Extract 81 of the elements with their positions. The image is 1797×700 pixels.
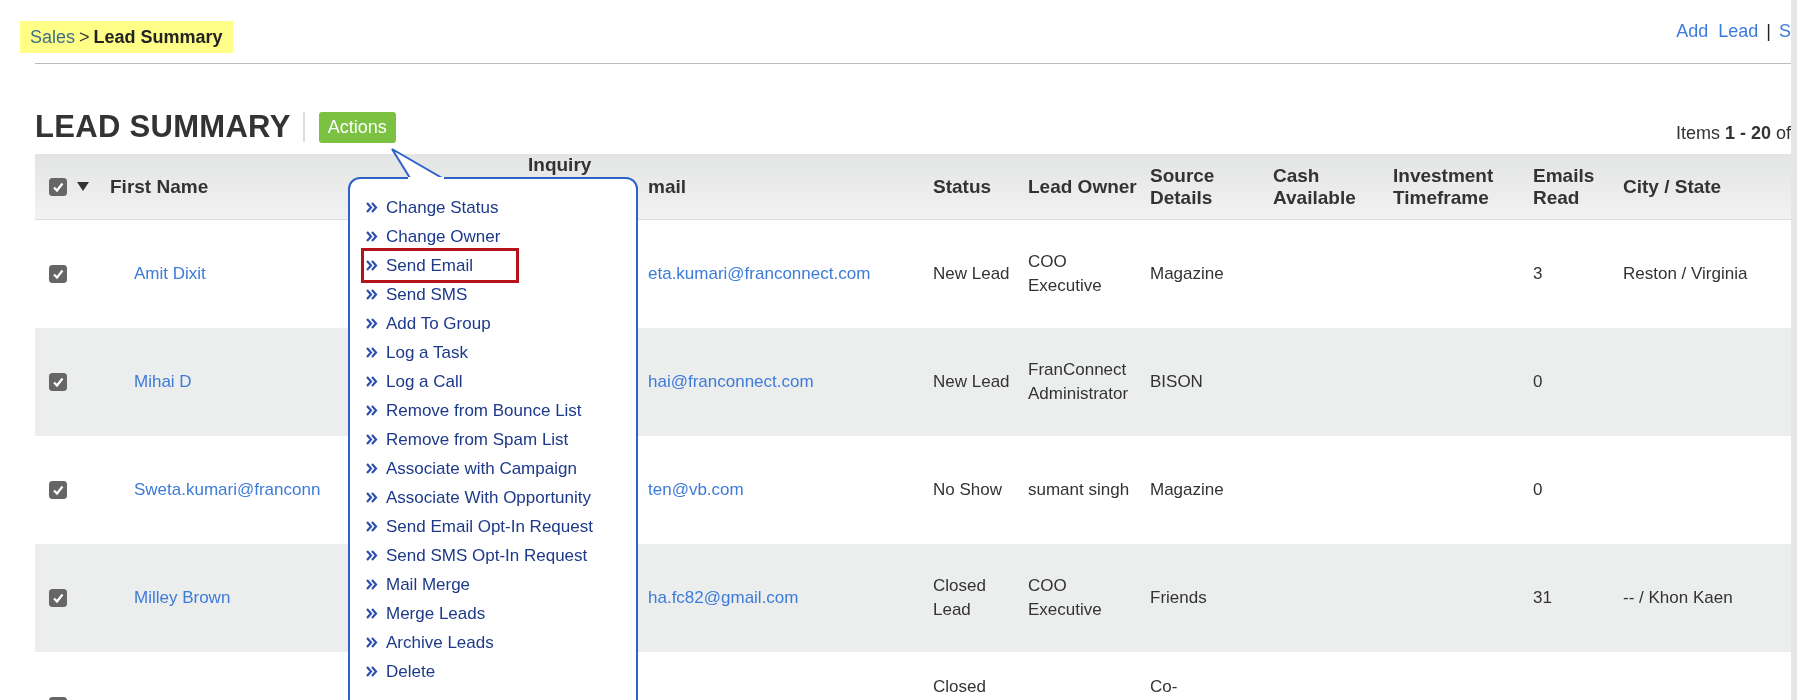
double-chevron-icon: [366, 405, 378, 416]
menu-item[interactable]: Delete: [364, 657, 436, 686]
link-separator: |: [1766, 21, 1771, 42]
table-cell-text: Magazine: [1149, 263, 1225, 285]
top-link[interactable]: S: [1779, 21, 1791, 42]
column-header[interactable]: Cash Available: [1265, 164, 1385, 209]
checkbox[interactable]: [49, 481, 67, 499]
table-cell-text: 0: [1532, 479, 1544, 501]
table-cell-text: 3: [1532, 263, 1544, 285]
double-chevron-icon: [366, 202, 378, 213]
menu-item[interactable]: Associate with Campaign: [364, 454, 577, 483]
menu-item[interactable]: Send Email Opt-In Request: [364, 512, 593, 541]
menu-item[interactable]: Send Email: [364, 251, 516, 280]
table-link[interactable]: hai@franconnect.com: [640, 370, 925, 394]
table-cell-text: Reston / Virginia: [1622, 263, 1749, 285]
page-title: LEAD SUMMARY: [35, 112, 305, 142]
top-link[interactable]: Add Lead: [1676, 21, 1759, 42]
menu-item[interactable]: Log a Call: [364, 367, 463, 396]
table-cell-text: Friends: [1149, 587, 1208, 609]
column-header[interactable]: mail: [640, 175, 925, 198]
table-link[interactable]: eta.kumari@franconnect.com: [640, 262, 925, 286]
table-cell-text: Closed: [932, 676, 987, 696]
pagination-text: Items 1 - 20 of: [1675, 122, 1791, 144]
menu-item[interactable]: Change Owner: [364, 222, 501, 251]
checkbox[interactable]: [49, 589, 67, 607]
double-chevron-icon: [366, 318, 378, 329]
table-cell-text: FranConnect Administrator: [1027, 359, 1130, 405]
breadcrumb-link[interactable]: Sales: [30, 26, 76, 48]
table-cell-text: Co-: [1149, 676, 1179, 696]
breadcrumb-current: Lead Summary: [93, 26, 223, 48]
column-header[interactable]: Emails Read: [1525, 164, 1615, 209]
table-cell-text: New Lead: [932, 263, 1011, 285]
table-cell-text: COO Executive: [1027, 575, 1103, 621]
menu-item[interactable]: Add To Group: [364, 309, 491, 338]
table-link[interactable]: ten@vb.com: [640, 478, 925, 502]
table-cell-text: Magazine: [1149, 479, 1225, 501]
double-chevron-icon: [366, 260, 378, 271]
double-chevron-icon: [366, 376, 378, 387]
menu-item[interactable]: Change Status: [364, 193, 499, 222]
menu-item[interactable]: Log a Task: [364, 338, 468, 367]
menu-item[interactable]: Archive Leads: [364, 628, 494, 657]
table-cell-text: Closed Lead: [932, 575, 987, 621]
checkbox[interactable]: [49, 373, 67, 391]
column-header[interactable]: Inquiry: [520, 154, 640, 174]
double-chevron-icon: [366, 463, 378, 474]
breadcrumb-separator: >: [79, 26, 90, 48]
double-chevron-icon: [366, 347, 378, 358]
checkbox[interactable]: [49, 177, 67, 196]
double-chevron-icon: [366, 231, 378, 242]
double-chevron-icon: [366, 608, 378, 619]
table-cell-text: -- / Khon Kaen: [1622, 587, 1734, 609]
double-chevron-icon: [366, 637, 378, 648]
table-cell-text: BISON: [1149, 371, 1204, 393]
menu-item[interactable]: Send SMS Opt-In Request: [364, 541, 588, 570]
table-cell-text: No Show: [932, 479, 1003, 501]
caret-icon[interactable]: [77, 182, 89, 191]
double-chevron-icon: [366, 579, 378, 590]
column-header[interactable]: Status: [925, 175, 1020, 198]
table-cell-text: New Lead: [932, 371, 1011, 393]
table-cell-text: COO Executive: [1027, 251, 1103, 297]
table-cell-text: sumant singh: [1027, 479, 1131, 501]
menu-item[interactable]: Associate With Opportunity: [364, 483, 592, 512]
double-chevron-icon: [366, 550, 378, 561]
table-cell-text: 0: [1532, 371, 1544, 393]
double-chevron-icon: [366, 434, 378, 445]
menu-item[interactable]: Merge Leads: [364, 599, 486, 628]
checkbox[interactable]: [49, 265, 67, 283]
table-link[interactable]: ha.fc82@gmail.com: [640, 586, 925, 610]
menu-item[interactable]: Mail Merge: [364, 570, 471, 599]
column-header[interactable]: Investment Timeframe: [1385, 164, 1525, 209]
table-cell-text: 31: [1532, 587, 1553, 609]
column-header[interactable]: City / State: [1615, 175, 1785, 198]
double-chevron-icon: [366, 666, 378, 677]
double-chevron-icon: [366, 289, 378, 300]
double-chevron-icon: [366, 521, 378, 532]
menu-item[interactable]: Remove from Spam List: [364, 425, 569, 454]
column-header[interactable]: Source Details: [1142, 164, 1265, 209]
menu-item[interactable]: Remove from Bounce List: [364, 396, 582, 425]
menu-item[interactable]: Send SMS: [364, 280, 468, 309]
column-header[interactable]: Lead Owner: [1020, 175, 1142, 198]
double-chevron-icon: [366, 492, 378, 503]
